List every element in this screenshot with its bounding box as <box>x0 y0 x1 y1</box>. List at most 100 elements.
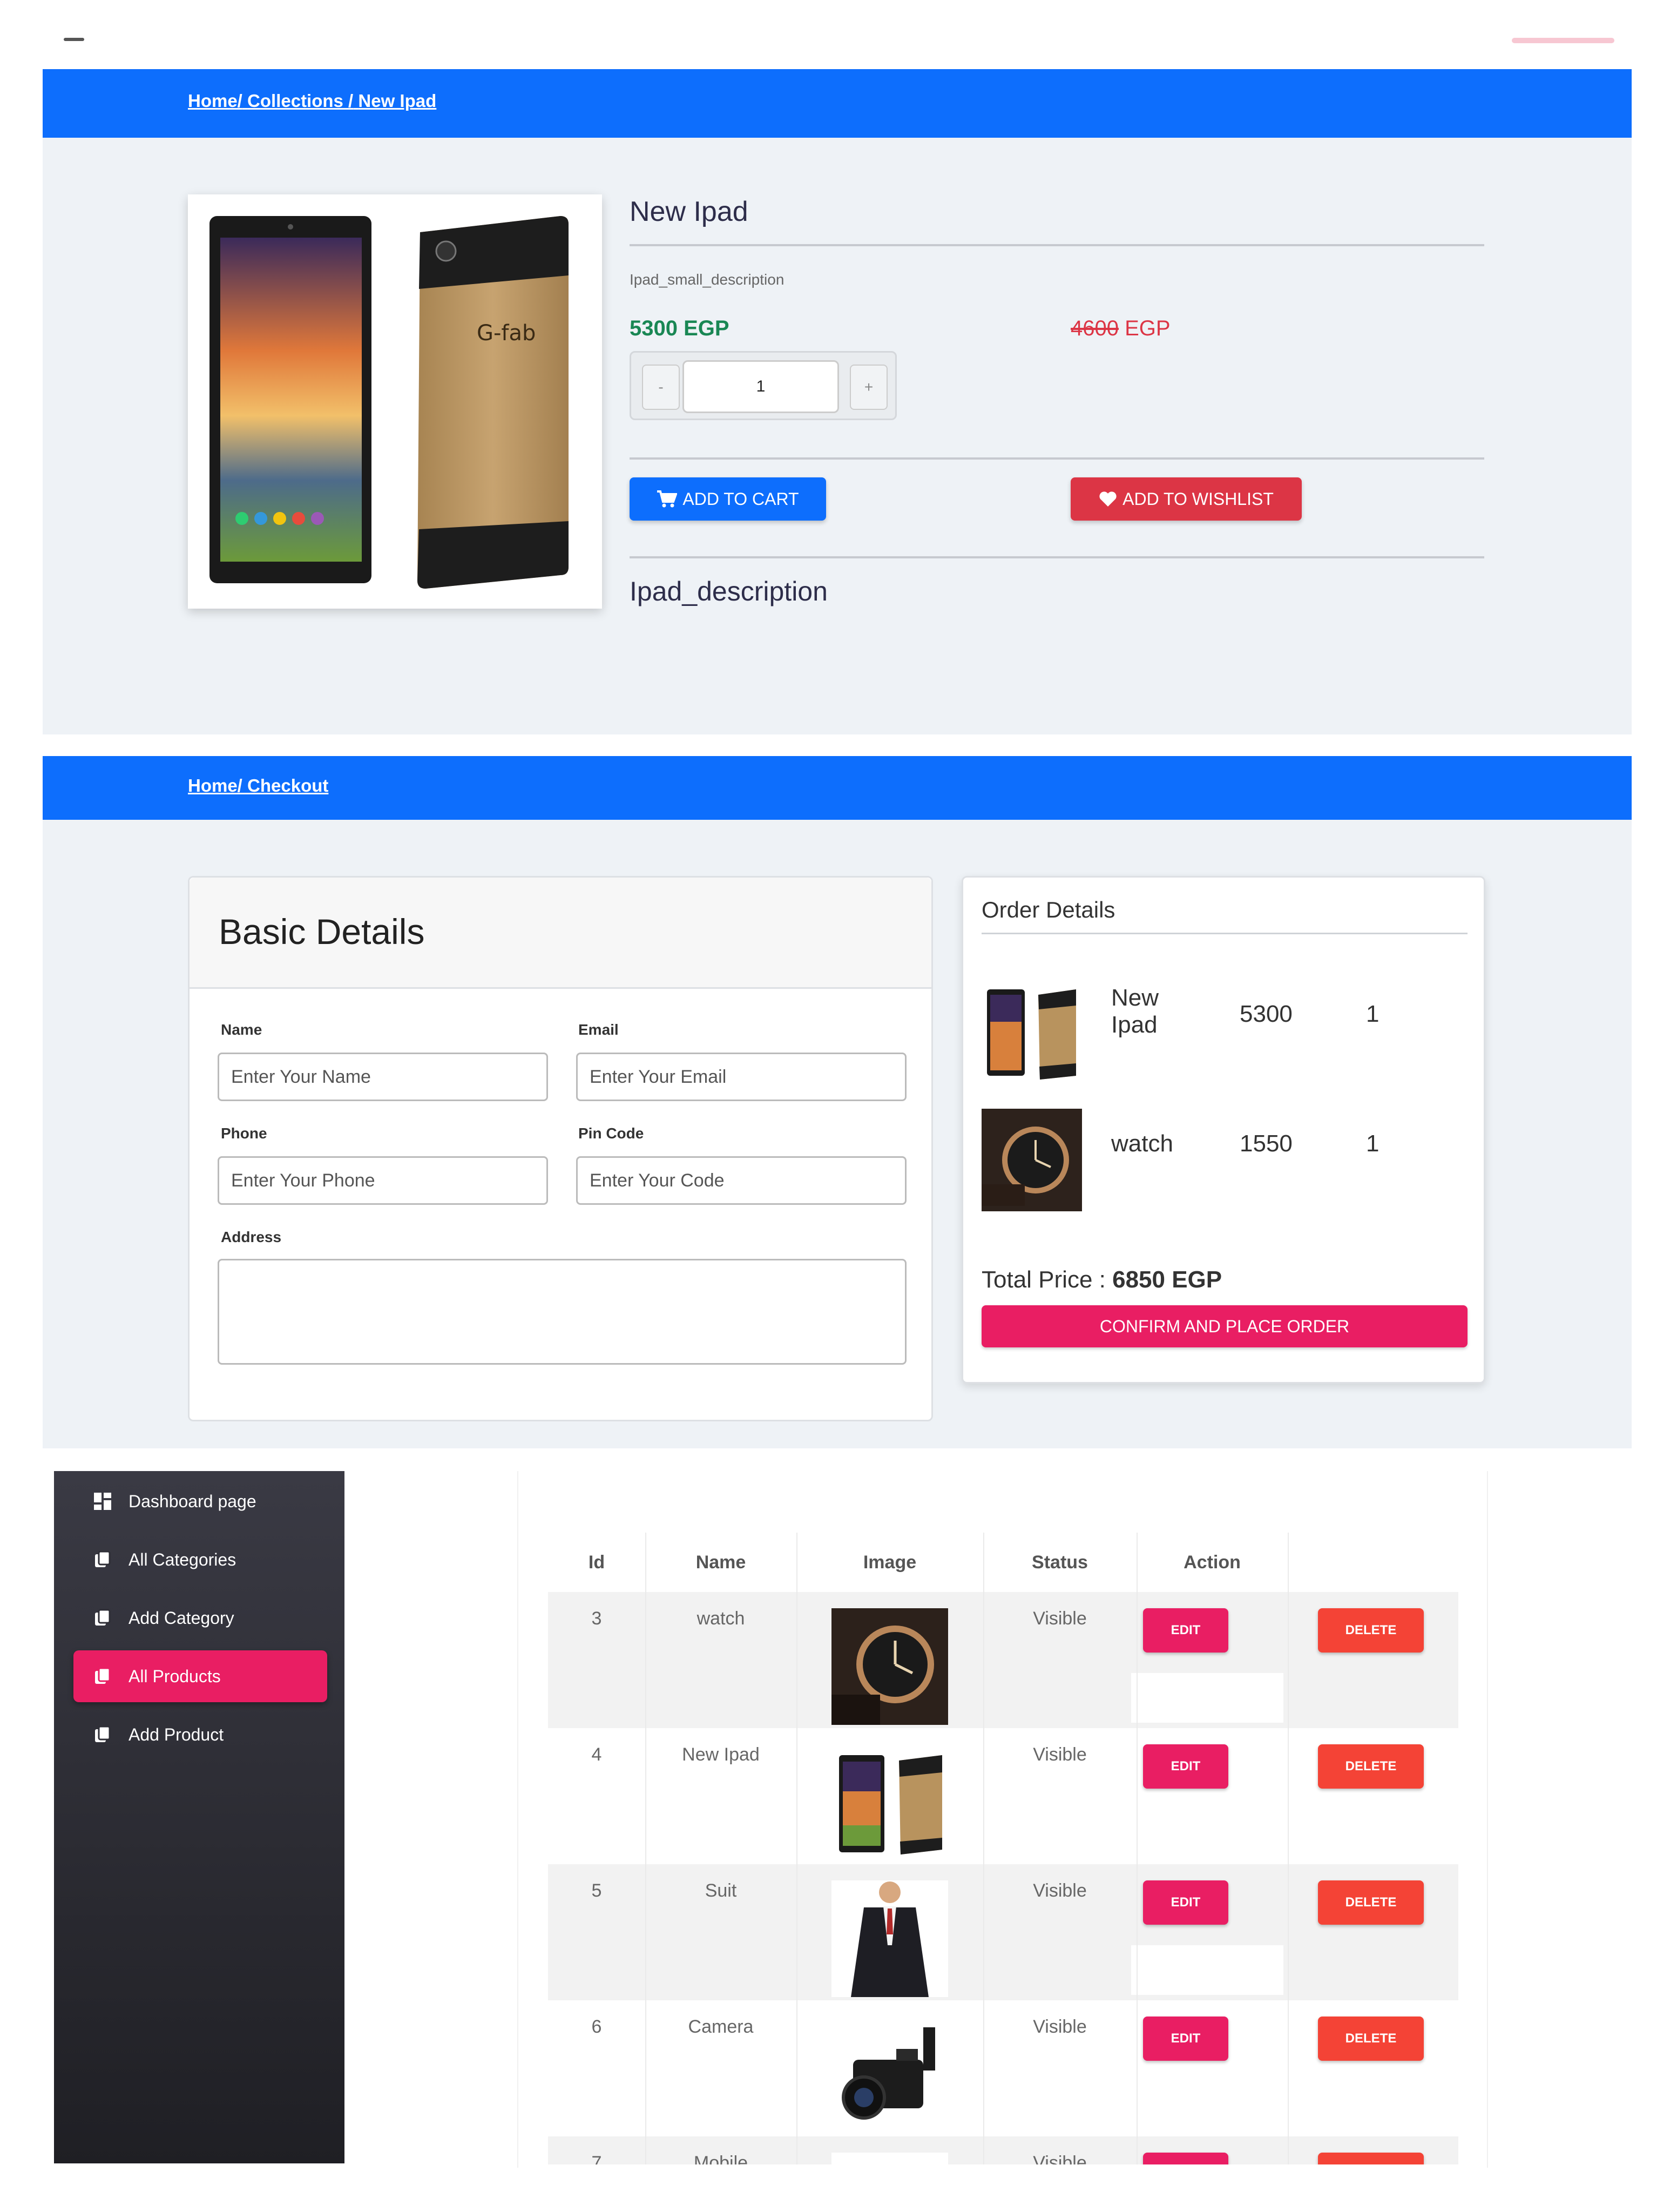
product-breadcrumb-bar: Home/ Collections / New Ipad <box>43 69 1632 138</box>
cell-name: New Ipad <box>682 1744 760 1765</box>
cart-icon <box>657 490 678 508</box>
col-header-image: Image <box>863 1552 917 1573</box>
sidebar-item-add-category[interactable]: Add Category <box>73 1592 327 1644</box>
table-row: 6 Camera Visible EDIT DELETE <box>548 2000 1458 2136</box>
quantity-stepper: - 1 + <box>630 351 897 420</box>
edit-button[interactable]: EDIT <box>1143 2153 1228 2164</box>
products-table: Id Name Image Status Action 3 watch Visi… <box>548 1533 1458 2164</box>
product-thumbnail <box>831 1744 948 1861</box>
divider <box>982 933 1468 934</box>
order-details-card: Order Details New Ipad 5300 1 watch 1550… <box>962 876 1485 1384</box>
cell-id: 4 <box>591 1744 602 1765</box>
confirm-order-button[interactable]: CONFIRM AND PLACE ORDER <box>982 1305 1468 1347</box>
delete-button[interactable]: DELETE <box>1318 1744 1424 1789</box>
col-header-id: Id <box>588 1552 605 1573</box>
cell-id: 3 <box>591 1608 602 1629</box>
delete-button[interactable]: DELETE <box>1318 2017 1424 2061</box>
total-price: Total Price : 6850 EGP <box>982 1266 1222 1293</box>
pin-code-label: Pin Code <box>578 1125 644 1142</box>
product-title: New Ipad <box>630 196 748 227</box>
table-row: 7 Mobile Visible EDIT DELETE <box>548 2136 1458 2164</box>
table-row: 5 Suit Visible EDIT DELETE <box>548 1864 1458 2000</box>
phone-input[interactable]: Enter Your Phone <box>218 1156 548 1205</box>
order-item-name: watch <box>1111 1130 1173 1157</box>
column-divider <box>645 1533 646 2164</box>
order-item-image <box>982 1109 1082 1211</box>
email-label: Email <box>578 1021 619 1038</box>
column-divider <box>1137 1533 1138 2164</box>
heart-icon <box>1099 491 1117 507</box>
divider <box>630 244 1484 246</box>
order-item-qty: 1 <box>1366 1001 1380 1027</box>
sidebar-item-label: All Products <box>129 1666 221 1686</box>
breadcrumb-collections[interactable]: Collections / <box>247 91 353 111</box>
sidebar-item-all-products[interactable]: All Products <box>73 1650 327 1702</box>
product-thumbnail <box>831 1880 948 1997</box>
order-item-image <box>982 981 1082 1084</box>
add-to-wishlist-button[interactable]: ADD TO WISHLIST <box>1071 477 1302 521</box>
copy-icon <box>95 1725 111 1742</box>
breadcrumb-home[interactable]: Home/ <box>188 91 242 111</box>
original-price: 4600 EGP <box>1071 316 1171 340</box>
copy-icon <box>95 1609 111 1626</box>
product-thumbnail <box>831 2017 948 2133</box>
cell-status: Visible <box>1033 1608 1087 1629</box>
quantity-input[interactable]: 1 <box>682 360 839 413</box>
breadcrumb: Home/ Collections / New Ipad <box>188 91 436 111</box>
edit-button[interactable]: EDIT <box>1143 1608 1228 1653</box>
cell-name: watch <box>697 1608 745 1629</box>
menu-dash <box>64 38 84 41</box>
add-to-wishlist-label: ADD TO WISHLIST <box>1122 489 1274 509</box>
action-cell-bg <box>1131 1945 1283 1995</box>
copy-icon <box>95 1667 111 1684</box>
checkout-breadcrumb-bar: Home/ Checkout <box>43 756 1632 820</box>
selling-price: 5300 EGP <box>630 316 729 340</box>
breadcrumb-current: New Ipad <box>358 91 437 111</box>
name-input[interactable]: Enter Your Name <box>218 1053 548 1101</box>
cell-id: 5 <box>591 1880 602 1901</box>
sidebar-item-all-categories[interactable]: All Categories <box>73 1534 327 1586</box>
sidebar-item-dashboard[interactable]: Dashboard page <box>73 1475 327 1527</box>
address-textarea[interactable] <box>218 1259 907 1365</box>
col-header-name: Name <box>695 1552 746 1573</box>
delete-button[interactable]: DELETE <box>1318 1608 1424 1653</box>
column-divider <box>796 1533 797 2164</box>
divider <box>630 556 1484 558</box>
email-input[interactable]: Enter Your Email <box>576 1053 907 1101</box>
cell-name: Suit <box>705 1880 737 1901</box>
delete-button[interactable]: DELETE <box>1318 2153 1424 2164</box>
checkout-breadcrumb[interactable]: Home/ Checkout <box>188 775 328 796</box>
cell-id: 7 <box>591 2153 602 2164</box>
column-divider <box>1288 1533 1289 2164</box>
increment-button[interactable]: + <box>850 365 888 410</box>
cell-status: Visible <box>1033 2017 1087 2037</box>
add-to-cart-button[interactable]: ADD TO CART <box>630 477 826 521</box>
copy-icon <box>95 1550 111 1567</box>
col-header-status: Status <box>1032 1552 1088 1573</box>
sidebar-item-add-product[interactable]: Add Product <box>73 1709 327 1761</box>
cell-id: 6 <box>591 2017 602 2037</box>
order-item-name: New Ipad <box>1111 984 1159 1038</box>
pin-code-input[interactable]: Enter Your Code <box>576 1156 907 1205</box>
top-strip <box>0 0 1677 43</box>
cell-name: Mobile <box>693 2153 748 2164</box>
basic-details-header: Basic Details <box>190 878 931 989</box>
edit-button[interactable]: EDIT <box>1143 2017 1228 2061</box>
order-details-title: Order Details <box>982 897 1115 922</box>
edit-button[interactable]: EDIT <box>1143 1744 1228 1789</box>
add-to-cart-label: ADD TO CART <box>682 489 799 509</box>
product-thumbnail <box>831 1608 948 1725</box>
divider <box>630 457 1484 460</box>
edit-button[interactable]: EDIT <box>1143 1880 1228 1925</box>
product-thumbnail <box>831 2153 948 2164</box>
sidebar-item-label: All Categories <box>129 1549 236 1569</box>
sidebar-item-label: Dashboard page <box>129 1491 256 1511</box>
delete-button[interactable]: DELETE <box>1318 1880 1424 1925</box>
phone-label: Phone <box>221 1125 267 1142</box>
action-cell-bg <box>1131 1673 1283 1723</box>
tablet-brand: G-fab <box>477 321 536 346</box>
name-label: Name <box>221 1021 262 1038</box>
col-header-action: Action <box>1184 1552 1241 1573</box>
decrement-button[interactable]: - <box>642 365 680 410</box>
tablet-illustration: G-fab <box>209 216 569 589</box>
